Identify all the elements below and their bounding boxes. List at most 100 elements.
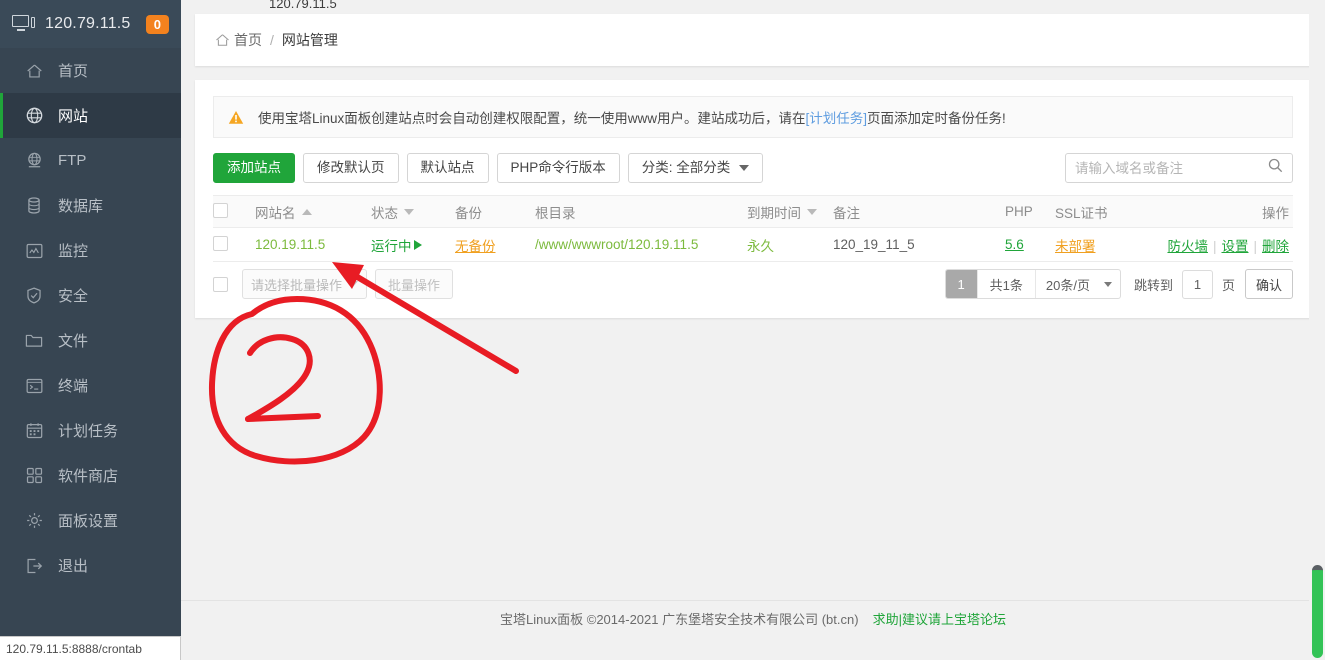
sidebar-item-files[interactable]: 文件 [0,318,181,363]
play-icon [413,239,422,250]
browser-status-bar: 120.79.11.5:8888/crontab [0,636,181,660]
sidebar-item-security[interactable]: 安全 [0,273,181,318]
table-footer: 请选择批量操作 批量操作 1 共1条 20条/页 跳转到 1 页 确认 [213,262,1293,306]
jump-label: 跳转到 [1133,277,1173,293]
page-jump: 跳转到 1 页 [1133,269,1235,299]
batch-operation-button[interactable]: 批量操作 [375,269,454,299]
sidebar-item-settings[interactable]: 面板设置 [0,498,181,543]
sidebar-item-label: 面板设置 [58,513,119,530]
sidebar-item-label: 退出 [58,558,89,575]
cell-php: 5.6 [1005,227,1055,262]
cell-sitename: 120.19.11.5 [255,227,371,262]
note-text[interactable]: 120_19_11_5 [833,237,915,252]
col-status[interactable]: 状态 [371,195,455,228]
sidebar-item-label: 首页 [58,63,89,80]
breadcrumb-home-link[interactable]: 首页 [234,30,262,50]
site-name-link[interactable]: 120.19.11.5 [255,237,325,252]
gear-icon [23,512,45,530]
logout-icon [23,557,45,575]
jump-page-input[interactable]: 1 [1181,269,1213,299]
batch-operation-select[interactable]: 请选择批量操作 [242,269,367,299]
col-label: 根目录 [535,205,576,221]
pagination: 1 共1条 20条/页 跳转到 1 页 确认 [944,269,1293,299]
chevron-down-icon [739,165,750,171]
select-all-header [213,195,255,228]
settings-action[interactable]: 设置 [1221,239,1248,254]
table-row: 120.19.11.5 运行中 无备份 /www/wwwroot/120.19.… [213,227,1293,262]
sidebar-item-website[interactable]: 网站 [0,93,181,138]
col-label: PHP [1005,204,1033,219]
page-size-select[interactable]: 20条/页 [1034,270,1120,298]
ssl-status-link[interactable]: 未部署 [1055,239,1096,254]
sort-desc-icon[interactable] [807,208,817,215]
sidebar-item-appstore[interactable]: 软件商店 [0,453,181,498]
cell-expire: 永久 [747,227,833,262]
sort-asc-icon[interactable] [301,208,312,215]
folder-icon [23,332,45,350]
sidebar-item-monitor[interactable]: 监控 [0,228,181,273]
category-dropdown[interactable]: 分类: 全部分类 [627,153,764,183]
confirm-button[interactable]: 确认 [1244,269,1293,299]
pagination-group: 1 共1条 20条/页 [944,269,1121,299]
sidebar-item-terminal[interactable]: 终端 [0,363,181,408]
sidebar-item-label: 软件商店 [58,468,119,485]
sidebar-item-home[interactable]: 首页 [0,48,181,93]
default-site-button[interactable]: 默认站点 [406,153,489,183]
sidebar-item-ftp[interactable]: FTP [0,138,181,183]
batch-operation-placeholder: 请选择批量操作 [251,277,343,293]
globe-icon [23,107,45,125]
sidebar-item-logout[interactable]: 退出 [0,543,181,588]
col-php: PHP [1005,195,1055,228]
firewall-action[interactable]: 防火墙 [1167,239,1208,254]
divider: | [1253,238,1257,254]
forum-link[interactable]: 求助|建议请上宝塔论坛 [873,609,1006,628]
col-backup: 备份 [455,195,535,228]
sort-desc-icon[interactable] [404,208,414,215]
col-label: 网站名 [255,205,296,221]
col-note: 备注 [833,195,1005,228]
col-label: 操作 [1262,205,1289,221]
status-label: 运行中 [371,238,412,254]
sidebar-item-label: 监控 [58,243,89,260]
add-site-button[interactable]: 添加站点 [213,153,295,183]
backup-link[interactable]: 无备份 [455,239,496,254]
chevron-down-icon [348,281,358,287]
monitor-icon [12,14,36,34]
sidebar-item-crontab[interactable]: 计划任务 [0,408,181,453]
col-expire[interactable]: 到期时间 [747,195,833,228]
modify-default-page-button[interactable]: 修改默认页 [303,153,399,183]
app-root: 120.79.11.5 0 首页 网站 FTP 数据库 监控 安全 文件 终端 … [0,0,1325,660]
notification-badge[interactable]: 0 [145,14,169,34]
notice-text-1: 使用宝塔Linux面板创建站点时会自动创建权限配置，统一使用www用户。建站成功… [258,111,806,126]
col-sitename[interactable]: 网站名 [255,195,371,228]
root-dir-link[interactable]: /www/wwwroot/120.19.11.5 [535,237,698,252]
ftp-icon [23,152,45,170]
cell-status: 运行中 [371,227,455,262]
php-cli-version-button[interactable]: PHP命令行版本 [496,153,620,183]
main-area: 120.79.11.5 首页 / 网站管理 使用宝塔Linux面板创建站点时会自… [181,0,1325,660]
search-box[interactable] [1065,153,1293,183]
page-current[interactable]: 1 [945,270,977,298]
cell-ssl: 未部署 [1055,227,1155,262]
select-all-checkbox[interactable] [213,202,228,218]
search-icon[interactable] [1268,158,1283,178]
warning-icon [228,110,244,125]
scrollbar-track[interactable] [1309,0,1325,660]
divider: | [1212,238,1217,254]
footer-select-all-checkbox[interactable] [213,276,228,292]
sidebar-item-database[interactable]: 数据库 [0,183,181,228]
col-label: 到期时间 [747,205,801,221]
php-version-link[interactable]: 5.6 [1005,237,1024,252]
page-footer: 宝塔Linux面板 ©2014-2021 广东堡塔安全技术有限公司 (bt.cn… [181,600,1325,636]
row-checkbox[interactable] [213,235,228,251]
breadcrumb: 首页 / 网站管理 [215,30,338,50]
col-label: 备份 [455,205,482,221]
expire-link[interactable]: 永久 [747,239,774,254]
scrollbar-thumb[interactable] [1312,565,1323,658]
notice-link-crontab[interactable]: [计划任务] [806,107,868,127]
status-running[interactable]: 运行中 [371,235,422,255]
category-dropdown-label: 分类: 全部分类 [641,160,731,176]
search-input[interactable] [1075,160,1268,176]
delete-action[interactable]: 删除 [1262,239,1289,254]
browser-url-label: 120.79.11.5 [269,0,337,11]
